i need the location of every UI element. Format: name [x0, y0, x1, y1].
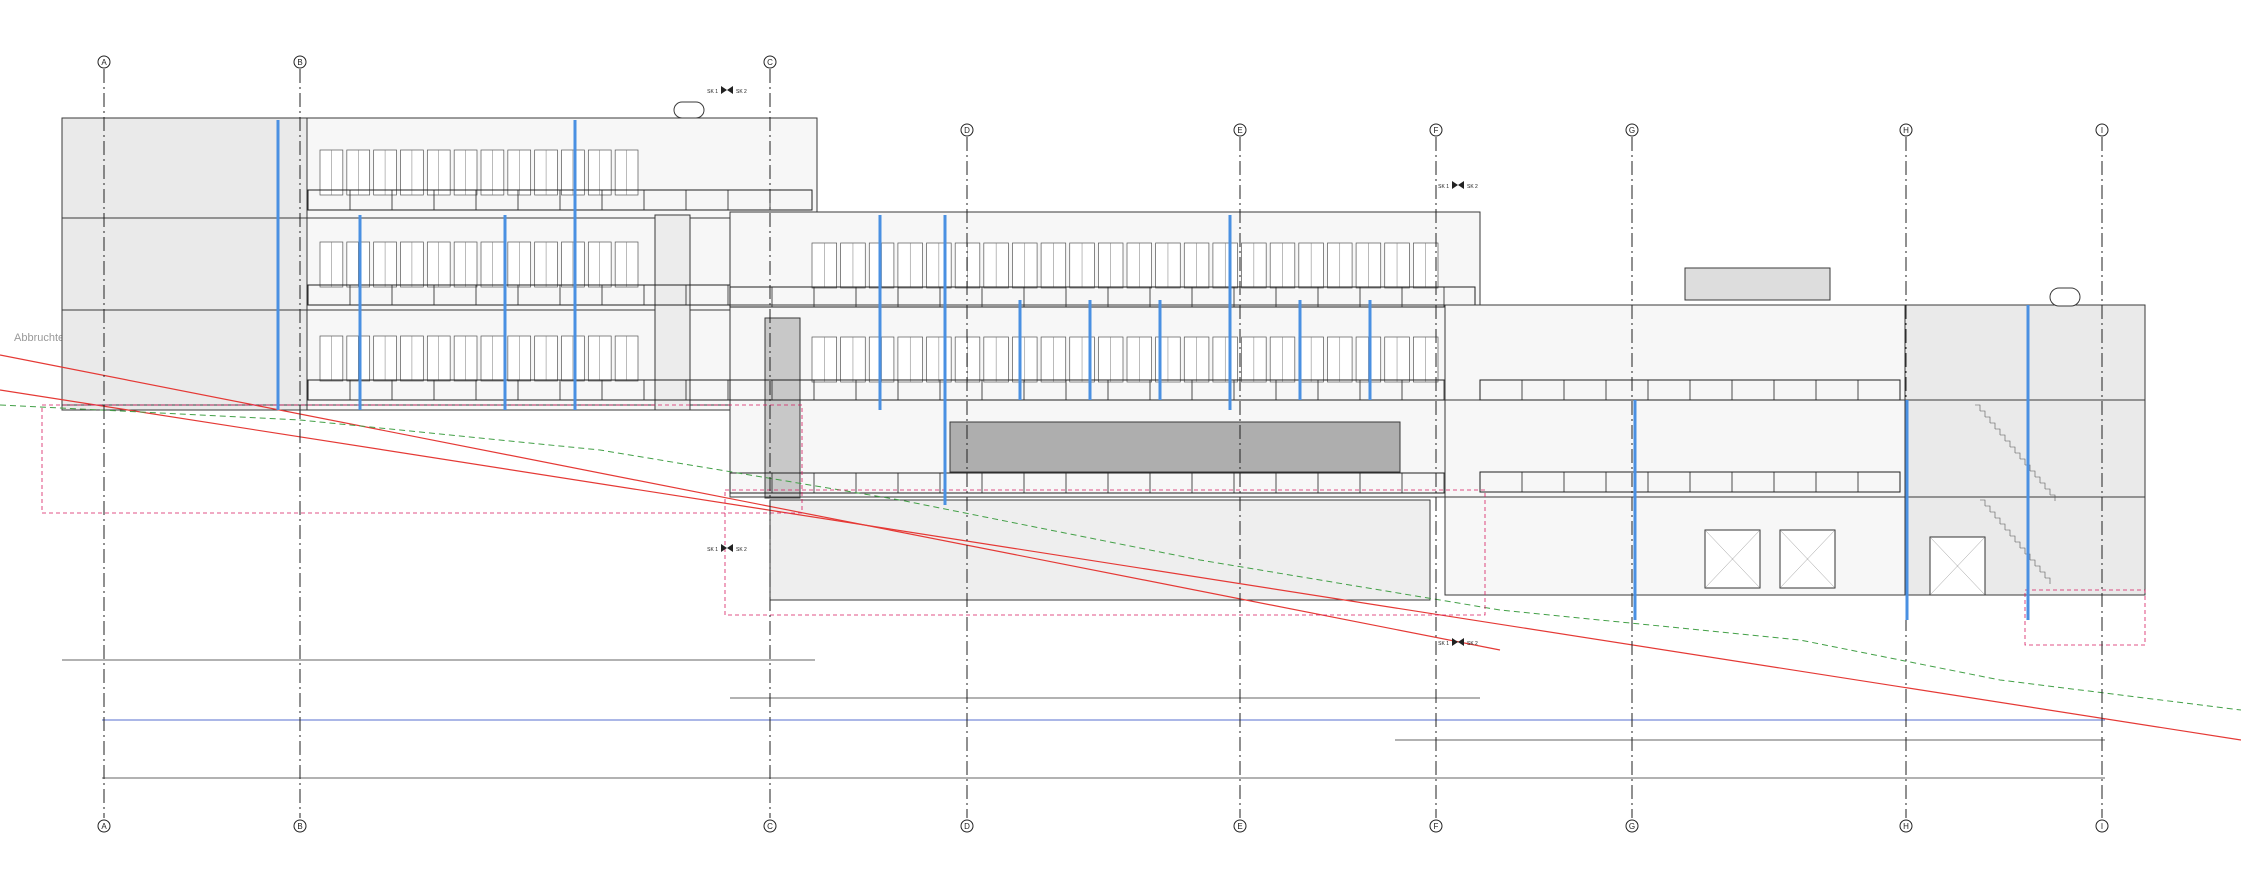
grid-axis-label-top-i: I: [2101, 126, 2103, 135]
annotation-box-left: [41, 404, 803, 514]
section-mark-1: SK 1 SK 2: [707, 86, 747, 95]
rooftop-unit-right: [1684, 267, 1831, 301]
grid-axis-label-bottom-h: H: [1903, 822, 1909, 831]
stair-core-left: [654, 214, 691, 411]
grid-axis-label-bottom-i: I: [2101, 822, 2103, 831]
rooftop-dome-left: [673, 101, 705, 119]
grid-axis-label-top-a: A: [101, 58, 107, 67]
grid-axis-label-top-c: C: [767, 58, 773, 67]
plinth-middle: [769, 499, 1431, 601]
grid-axis-label-top-e: E: [1237, 126, 1242, 135]
grid-axis-label-bottom-b: B: [297, 822, 302, 831]
grid-axis-label-bottom-d: D: [964, 822, 970, 831]
svg-text:SK 2: SK 2: [1467, 641, 1478, 647]
annotation-box-right: [2024, 589, 2146, 646]
grid-axis-label-bottom-a: A: [101, 822, 107, 831]
dimension-chains: [62, 659, 2105, 779]
grid-axis-label-bottom-e: E: [1237, 822, 1242, 831]
building-middle: [729, 211, 1481, 601]
svg-text:SK 2: SK 2: [736, 547, 747, 553]
rooftop-dome-right: [2049, 287, 2081, 307]
svg-text:SK 2: SK 2: [1467, 184, 1478, 190]
grid-axis-label-top-b: B: [297, 58, 302, 67]
svg-text:SK 1: SK 1: [1438, 641, 1449, 647]
building-left: [61, 101, 818, 411]
building-left-cladding: [61, 117, 308, 411]
louvre-band-middle: [949, 421, 1401, 473]
section-mark-3: SK 1 SK 2: [707, 544, 747, 553]
grid-axis-label-top-h: H: [1903, 126, 1909, 135]
grid-axis-label-bottom-c: C: [767, 822, 773, 831]
grid-axis-label-bottom-g: G: [1629, 822, 1635, 831]
grid-axis-label-top-f: F: [1434, 126, 1439, 135]
svg-text:SK 1: SK 1: [707, 547, 718, 553]
elevation-drawing: A B CD E F G H I ABCDEFGHI SK 1 SK 2SK 1 SK 2SK 1…: [0, 55, 2241, 833]
grid-axis-heads-bottom: A B C D E F G H I: [97, 819, 2109, 833]
section-mark-2: SK 1 SK 2: [1438, 181, 1478, 190]
grid-axis-label-top-d: D: [964, 126, 970, 135]
grid-axis-label-bottom-f: F: [1434, 822, 1439, 831]
svg-text:SK 1: SK 1: [707, 89, 718, 95]
building-right: [1444, 267, 2146, 596]
svg-text:SK 2: SK 2: [736, 89, 747, 95]
svg-text:SK 1: SK 1: [1438, 184, 1449, 190]
grid-axis-label-top-g: G: [1629, 126, 1635, 135]
